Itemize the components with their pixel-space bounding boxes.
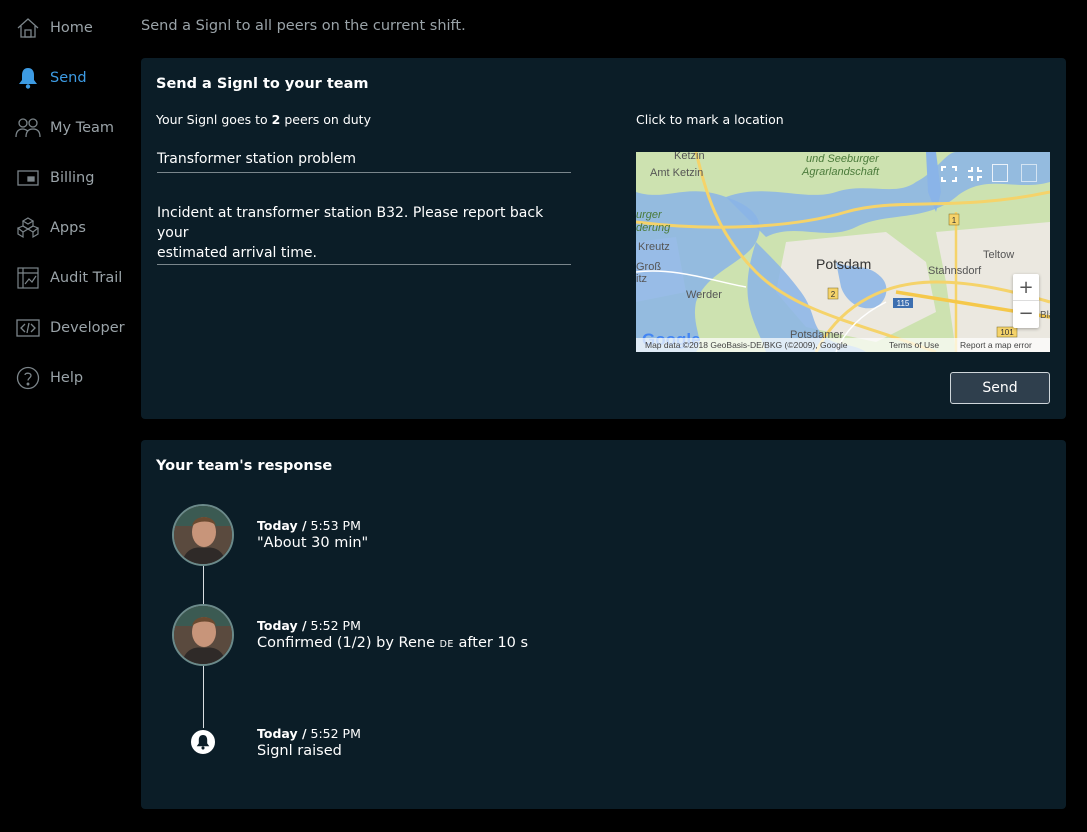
help-icon [14, 364, 42, 392]
bell-icon [196, 735, 210, 750]
map-attribution-bar: Map data ©2018 GeoBasis-DE/BKG (©2009), … [636, 338, 1050, 352]
map-label-stahnsdorf: Stahnsdorf [928, 265, 982, 277]
entry-time: 5:52 PM [310, 618, 361, 633]
entry-day: Today / [257, 726, 307, 741]
message-textarea[interactable]: Incident at transformer station B32. Ple… [157, 203, 571, 265]
entry-day: Today / [257, 518, 307, 533]
sidebar-item-label: Developer [50, 320, 125, 336]
entry-text: Signl raised [257, 743, 342, 759]
map-label-burger: urger [636, 209, 663, 221]
zoom-controls: + − [1013, 274, 1039, 328]
entry-timestamp: Today / 5:52 PM [257, 618, 361, 633]
sidebar-item-label: Billing [50, 170, 95, 186]
road-shield-1: 1 [952, 216, 957, 225]
page-subtitle: Send a Signl to all peers on the current… [141, 18, 466, 34]
sidebar-item-label: Home [50, 20, 93, 36]
entry-timestamp: Today / 5:52 PM [257, 726, 361, 741]
map-terms-link[interactable]: Terms of Use [889, 338, 939, 352]
map-label-bla: Bla [1040, 310, 1050, 321]
entry-text: "About 30 min" [257, 535, 369, 551]
avatar-photo [174, 506, 232, 564]
signl-raised-marker [189, 728, 217, 756]
map-layer-button-2[interactable] [1021, 164, 1037, 182]
entry-text-prefix: Confirmed (1/2) by Rene [257, 635, 440, 651]
sidebar-item-send[interactable]: Send [14, 64, 87, 92]
code-icon [14, 314, 42, 342]
send-button[interactable]: Send [950, 372, 1050, 404]
peers-on-duty-text: Your Signl goes to 2 peers on duty [156, 112, 371, 127]
map-label-seeburger-1: und Seeburger [806, 153, 880, 165]
entry-time: 5:52 PM [310, 726, 361, 741]
map-label-amt-ketzin: Amt Ketzin [650, 167, 703, 179]
sidebar-item-apps[interactable]: Apps [14, 214, 86, 242]
map-label-teltow: Teltow [983, 249, 1014, 261]
bell-icon [14, 64, 42, 92]
avatar [172, 604, 234, 666]
sidebar-item-label: Send [50, 70, 87, 86]
map-layer-button[interactable] [992, 164, 1008, 182]
peers-prefix: Your Signl goes to [156, 112, 272, 127]
map-attribution: Map data ©2018 GeoBasis-DE/BKG (©2009), … [645, 340, 848, 350]
entry-text-suffix: after 10 s [453, 635, 529, 651]
map-label-ketzin: Ketzin [674, 152, 705, 162]
subject-input[interactable]: Transformer station problem [157, 149, 571, 173]
map-label-werder: Werder [686, 289, 722, 301]
zoom-in-button[interactable]: + [1013, 274, 1039, 301]
team-icon [14, 114, 42, 142]
map-hint: Click to mark a location [636, 112, 784, 127]
sidebar-item-audit-trail[interactable]: Audit Trail [14, 264, 122, 292]
location-map[interactable]: 1 2 115 101 Ketzin Amt Ketzin und Seebur… [636, 152, 1050, 352]
map-label-seeburger-2: Agrarlandschaft [801, 166, 880, 178]
entry-text-tag: DE [439, 639, 454, 650]
message-line-1: Incident at transformer station B32. Ple… [157, 205, 544, 241]
send-signl-card: Send a Signl to your team Your Signl goe… [141, 58, 1066, 419]
entry-day: Today / [257, 618, 307, 633]
map-label-gross: Groß [636, 261, 661, 273]
send-card-title: Send a Signl to your team [156, 76, 369, 92]
map-label-derung: derung [636, 222, 671, 234]
entry-timestamp: Today / 5:53 PM [257, 518, 361, 533]
avatar-photo [174, 606, 232, 664]
map-label-itz: itz [636, 273, 647, 285]
message-line-2: estimated arrival time. [157, 245, 317, 261]
map-canvas[interactable]: 1 2 115 101 Ketzin Amt Ketzin und Seebur… [636, 152, 1050, 352]
audit-trail-icon [14, 264, 42, 292]
map-report-link[interactable]: Report a map error [960, 338, 1032, 352]
exit-fullscreen-icon [968, 167, 982, 181]
response-card-title: Your team's response [156, 458, 333, 474]
team-response-card: Your team's response Today / 5:53 PM "Ab… [141, 440, 1066, 809]
sidebar-item-developer[interactable]: Developer [14, 314, 125, 342]
billing-icon [14, 164, 42, 192]
exit-fullscreen-button[interactable] [963, 162, 987, 186]
entry-text: Confirmed (1/2) by Rene DE after 10 s [257, 635, 528, 651]
sidebar-item-label: Help [50, 370, 84, 386]
entry-time: 5:53 PM [310, 518, 361, 533]
peers-suffix: peers on duty [280, 112, 371, 127]
map-label-potsdam: Potsdam [816, 256, 871, 272]
apps-icon [14, 214, 42, 242]
sidebar-item-my-team[interactable]: My Team [14, 114, 114, 142]
sidebar-item-home[interactable]: Home [14, 14, 93, 42]
sidebar-item-billing[interactable]: Billing [14, 164, 94, 192]
sidebar-item-label: Audit Trail [50, 270, 123, 286]
sidebar: Home Send My Team Billing Apps Audit Tra… [0, 0, 130, 832]
road-shield-101: 101 [1000, 328, 1014, 337]
avatar [172, 504, 234, 566]
fullscreen-button[interactable] [937, 162, 961, 186]
zoom-out-button[interactable]: − [1013, 301, 1039, 328]
home-icon [14, 14, 42, 42]
sidebar-item-label: My Team [50, 120, 115, 136]
map-label-kreutz: Kreutz [638, 241, 670, 253]
road-shield-2: 2 [831, 290, 836, 299]
sidebar-item-label: Apps [50, 220, 86, 236]
sidebar-item-help[interactable]: Help [14, 364, 83, 392]
road-shield-115: 115 [897, 299, 910, 308]
fullscreen-icon [941, 166, 957, 182]
